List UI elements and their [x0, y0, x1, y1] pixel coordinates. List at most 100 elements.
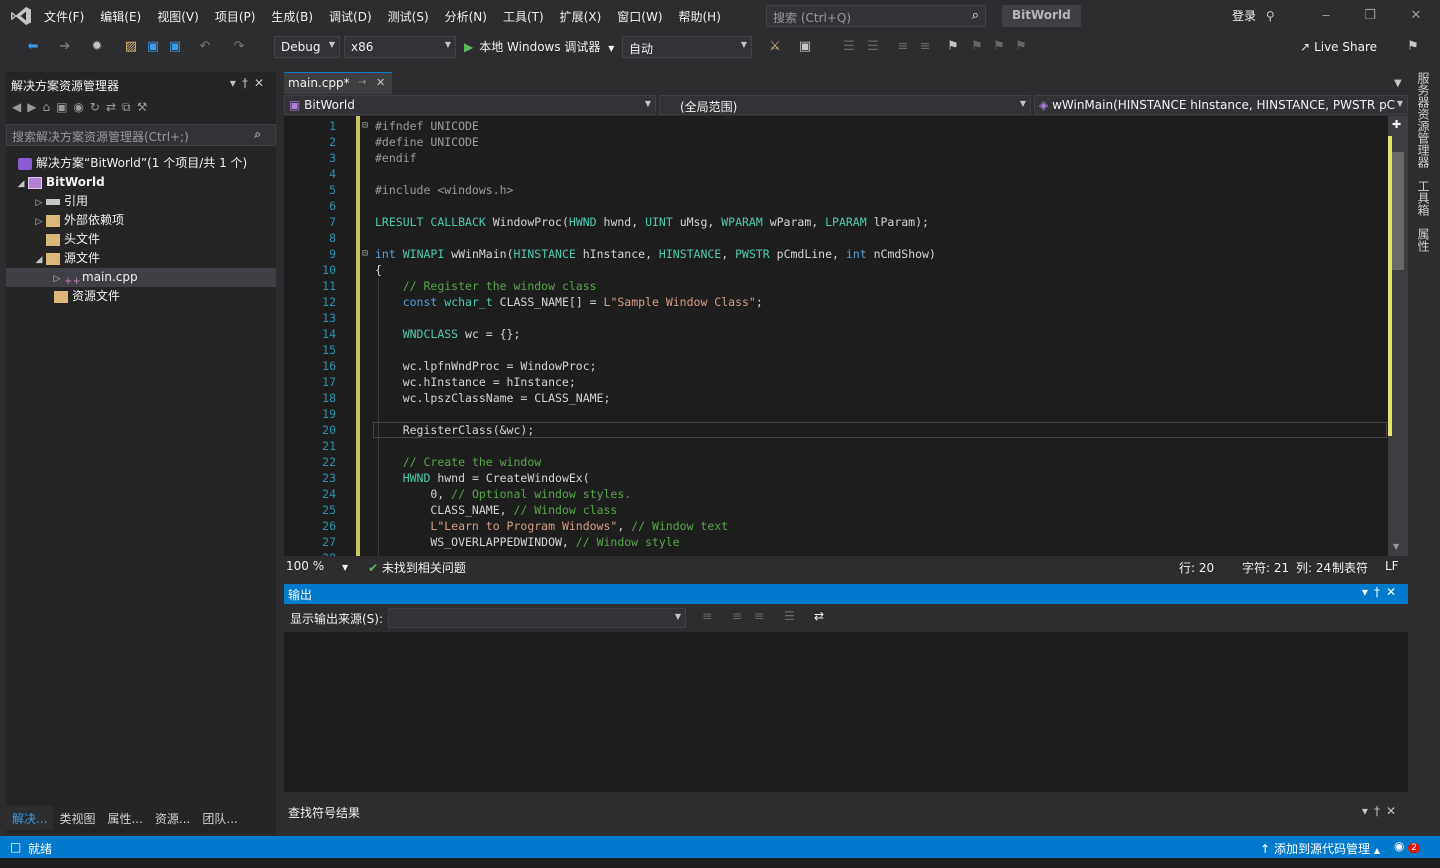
code-line[interactable]: 25 CLASS_NAME, // Window class	[284, 502, 1388, 518]
tab-solution-explorer[interactable]: 解决...	[6, 806, 54, 830]
platform-select[interactable]: x86 ▼	[344, 36, 456, 58]
collapse-icon[interactable]: ⊟	[362, 246, 368, 262]
close-window-button[interactable]: ✕	[1406, 8, 1426, 23]
close-icon[interactable]: ✕	[1386, 804, 1402, 818]
code-line[interactable]: 3 #endif	[284, 150, 1388, 166]
tree-item-external-deps[interactable]: ▷ 外部依赖项	[6, 211, 276, 230]
uncomment-icon[interactable]: ☰	[864, 38, 882, 56]
menu-edit[interactable]: 编辑(E)	[92, 8, 149, 25]
code-line[interactable]: 21	[284, 438, 1388, 454]
scroll-thumb[interactable]	[1392, 152, 1404, 270]
switch-views-icon[interactable]: ▣	[56, 100, 73, 114]
notifications-button[interactable]: ◉ 2	[1394, 839, 1420, 853]
menu-file[interactable]: 文件(F)	[36, 8, 92, 25]
navigate-forward-icon[interactable]: ➔	[56, 38, 74, 56]
menu-extensions[interactable]: 扩展(X)	[552, 8, 610, 25]
indent-icon[interactable]: ≡	[894, 38, 912, 56]
tab-toolbox[interactable]: 工具箱	[1414, 180, 1432, 216]
code-line[interactable]: 11 // Register the window class	[284, 278, 1388, 294]
start-debugging-button[interactable]: ▶ 本地 Windows 调试器 ▼	[464, 38, 614, 55]
pin-icon[interactable]: †	[1374, 804, 1386, 818]
tab-list-dropdown-icon[interactable]: ▼	[1394, 78, 1402, 89]
forward-icon[interactable]: ▶	[27, 100, 42, 114]
indent-mode[interactable]: 制表符	[1332, 559, 1368, 576]
prev-message-icon[interactable]: ≡	[732, 609, 742, 623]
code-line[interactable]: 26 L"Learn to Program Windows", // Windo…	[284, 518, 1388, 534]
restore-button[interactable]: ❐	[1360, 8, 1380, 23]
code-line[interactable]: 14 WNDCLASS wc = {};	[284, 326, 1388, 342]
outdent-icon[interactable]: ≡	[916, 38, 934, 56]
code-line[interactable]: 7 LRESULT CALLBACK WindowProc(HWND hwnd, …	[284, 214, 1388, 230]
clear-bookmarks-icon[interactable]: ⚑	[1012, 38, 1030, 56]
code-line[interactable]: 13	[284, 310, 1388, 326]
tab-property-manager[interactable]: 属性...	[101, 806, 148, 830]
add-to-source-control-button[interactable]: ↑ 添加到源代码管理 ▲	[1260, 840, 1380, 857]
save-icon[interactable]: ▣	[144, 38, 162, 56]
next-bookmark-icon[interactable]: ⚑	[990, 38, 1008, 56]
search-input[interactable]: 搜索 (Ctrl+Q) ⌕	[766, 5, 986, 27]
open-file-icon[interactable]: ▨	[122, 38, 140, 56]
dropdown-icon[interactable]: ▾	[1362, 585, 1374, 599]
sync-icon[interactable]: ⇄	[106, 100, 122, 114]
word-wrap-icon[interactable]: ⇄	[814, 609, 824, 623]
code-line[interactable]: 22 // Create the window	[284, 454, 1388, 470]
tab-server-explorer[interactable]: 服务器资源管理器	[1414, 72, 1432, 168]
tree-item-header-files[interactable]: 头文件	[6, 230, 276, 249]
hot-reload-icon[interactable]: ⚔	[766, 38, 784, 56]
redo-icon[interactable]: ↷	[230, 38, 248, 56]
tree-item-solution[interactable]: 解决方案“BitWorld”(1 个项目/共 1 个)	[6, 154, 276, 173]
code-line[interactable]: 20 RegisterClass(&wc);	[284, 422, 1388, 438]
code-line[interactable]: 2 #define UNICODE	[284, 134, 1388, 150]
pin-icon[interactable]: †	[1374, 585, 1386, 599]
live-share-button[interactable]: ↗ Live Share	[1300, 40, 1377, 54]
dropdown-icon[interactable]: ▾	[230, 76, 242, 90]
back-icon[interactable]: ◀	[12, 100, 27, 114]
code-line[interactable]: 4	[284, 166, 1388, 182]
pin-icon[interactable]: →	[358, 77, 366, 88]
code-line[interactable]: 9 ⊟ int WINAPI wWinMain(HINSTANCE hInstanc…	[284, 246, 1388, 262]
split-icon[interactable]: ✚	[1392, 118, 1401, 131]
solution-search-input[interactable]: 搜索解决方案资源管理器(Ctrl+;) ⌕	[6, 124, 276, 146]
pin-icon[interactable]: †	[242, 76, 254, 90]
tab-team-explorer[interactable]: 团队...	[196, 806, 243, 830]
scope-nav-select[interactable]: (全局范围) ▼	[659, 95, 1031, 115]
navigate-back-icon[interactable]: ⬅	[24, 38, 42, 56]
code-line[interactable]: 19	[284, 406, 1388, 422]
member-nav-select[interactable]: ◈ wWinMain(HINSTANCE hInstance, HINSTANC…	[1034, 95, 1408, 115]
code-line[interactable]: 27 WS_OVERLAPPEDWINDOW, // Window style	[284, 534, 1388, 550]
tree-item-references[interactable]: ▷ 引用	[6, 192, 276, 211]
line-ending[interactable]: LF	[1385, 559, 1399, 573]
tab-properties[interactable]: 属性	[1414, 228, 1432, 252]
code-line[interactable]: 8	[284, 230, 1388, 246]
menu-debug[interactable]: 调试(D)	[321, 8, 380, 25]
code-line[interactable]: 6	[284, 198, 1388, 214]
menu-build[interactable]: 生成(B)	[263, 8, 321, 25]
pending-changes-icon[interactable]: ◉	[73, 100, 89, 114]
history-icon[interactable]: ↻	[90, 100, 106, 114]
find-message-icon[interactable]: ≡	[702, 609, 712, 623]
code-line[interactable]: 12 const wchar_t CLASS_NAME[] = L"Sample…	[284, 294, 1388, 310]
tree-item-source-files[interactable]: ◢ 源文件	[6, 249, 276, 268]
code-line[interactable]: 15	[284, 342, 1388, 358]
scroll-down-icon[interactable]: ▼	[1393, 542, 1399, 551]
issues-indicator[interactable]: ✔ 未找到相关问题	[368, 559, 466, 576]
tab-main-cpp[interactable]: main.cpp* → ✕	[284, 72, 392, 94]
collapse-all-icon[interactable]: ⧉	[122, 100, 137, 114]
comment-icon[interactable]: ☰	[840, 38, 858, 56]
clear-all-icon[interactable]: ☰	[784, 609, 795, 623]
menu-analyze[interactable]: 分析(N)	[437, 8, 495, 25]
code-line[interactable]: 10 {	[284, 262, 1388, 278]
menu-help[interactable]: 帮助(H)	[671, 8, 729, 25]
visual-studio-logo-icon[interactable]	[10, 6, 32, 26]
code-editor[interactable]: 1 ⊟ #ifndef UNICODE 2 #define UNICODE 3 #endif…	[284, 116, 1388, 556]
dropdown-icon[interactable]: ▾	[1362, 804, 1374, 818]
project-nav-select[interactable]: ▣ BitWorld ▼	[284, 95, 656, 115]
menu-tools[interactable]: 工具(T)	[495, 8, 552, 25]
browser-link-icon[interactable]: ▣	[796, 38, 814, 56]
tab-resource-view[interactable]: 资源...	[149, 806, 196, 830]
code-line[interactable]: 23 HWND hwnd = CreateWindowEx(	[284, 470, 1388, 486]
menu-project[interactable]: 项目(P)	[207, 8, 264, 25]
code-line[interactable]: 16 wc.lpfnWndProc = WindowProc;	[284, 358, 1388, 374]
collapse-icon[interactable]: ⊟	[362, 118, 368, 134]
menu-test[interactable]: 测试(S)	[380, 8, 437, 25]
